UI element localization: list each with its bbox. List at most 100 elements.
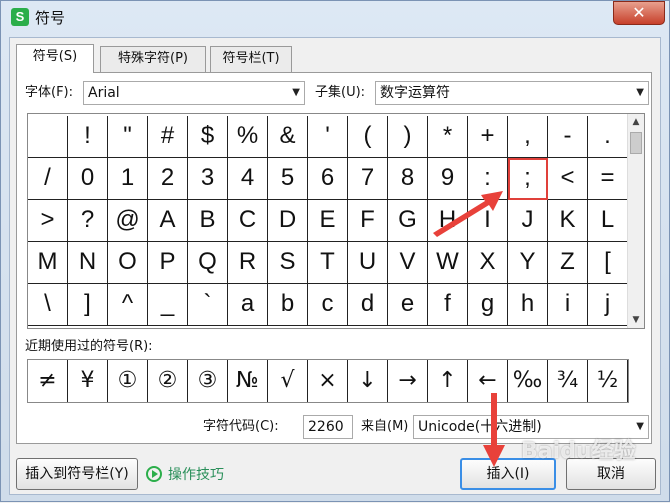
symbol-cell[interactable]: V — [388, 242, 428, 284]
recent-symbol-cell[interactable]: → — [388, 360, 428, 402]
symbol-cell[interactable]: d — [348, 284, 388, 326]
symbol-cell[interactable]: / — [28, 158, 68, 200]
symbol-cell[interactable]: L — [588, 200, 628, 242]
symbol-cell[interactable]: U — [348, 242, 388, 284]
tips-link[interactable]: 操作技巧 — [146, 464, 224, 486]
symbol-cell[interactable]: : — [468, 158, 508, 200]
symbol-cell[interactable]: [ — [588, 242, 628, 284]
symbol-cell[interactable]: < — [548, 158, 588, 200]
symbol-cell[interactable]: " — [108, 116, 148, 158]
symbol-cell[interactable]: 8 — [388, 158, 428, 200]
symbol-cell[interactable]: D — [268, 200, 308, 242]
symbol-cell[interactable]: g — [468, 284, 508, 326]
symbol-cell[interactable]: C — [228, 200, 268, 242]
symbol-cell[interactable]: ' — [308, 116, 348, 158]
symbol-cell[interactable]: W — [428, 242, 468, 284]
scroll-down-icon[interactable]: ▼ — [628, 312, 644, 328]
recent-symbol-cell[interactable]: ≠ — [28, 360, 68, 402]
recent-symbol-cell[interactable]: ③ — [188, 360, 228, 402]
subset-select[interactable]: 数字运算符 ▼ — [375, 81, 649, 105]
symbol-cell[interactable]: ; — [508, 158, 548, 200]
font-select[interactable]: Arial ▼ — [83, 81, 305, 105]
symbol-cell[interactable]: a — [228, 284, 268, 326]
symbol-cell[interactable]: 7 — [348, 158, 388, 200]
symbol-cell[interactable]: @ — [108, 200, 148, 242]
tab-symbols[interactable]: 符号(S) — [16, 44, 94, 73]
symbol-cell[interactable]: ^ — [108, 284, 148, 326]
symbol-cell[interactable]: ] — [68, 284, 108, 326]
recent-symbol-cell[interactable]: ① — [108, 360, 148, 402]
symbol-cell[interactable]: . — [588, 116, 628, 158]
symbol-cell[interactable]: b — [268, 284, 308, 326]
symbol-cell[interactable]: 3 — [188, 158, 228, 200]
symbol-cell[interactable]: e — [388, 284, 428, 326]
recent-symbol-cell[interactable]: ← — [468, 360, 508, 402]
symbol-cell[interactable]: 9 — [428, 158, 468, 200]
symbol-cell[interactable]: Z — [548, 242, 588, 284]
symbol-cell[interactable]: I — [468, 200, 508, 242]
symbol-cell[interactable]: J — [508, 200, 548, 242]
symbol-cell[interactable]: G — [388, 200, 428, 242]
recent-symbol-cell[interactable]: ‰ — [508, 360, 548, 402]
symbol-cell[interactable]: N — [68, 242, 108, 284]
symbol-cell[interactable]: A — [148, 200, 188, 242]
recent-symbol-cell[interactable]: ¥ — [68, 360, 108, 402]
symbol-cell[interactable]: M — [28, 242, 68, 284]
symbol-cell[interactable]: & — [268, 116, 308, 158]
scroll-up-icon[interactable]: ▲ — [628, 114, 644, 130]
tab-symbol-bar[interactable]: 符号栏(T) — [210, 46, 292, 72]
scroll-thumb[interactable] — [630, 132, 642, 154]
grid-scrollbar[interactable]: ▲ ▼ — [627, 114, 644, 328]
symbol-cell[interactable]: f — [428, 284, 468, 326]
symbol-cell[interactable]: P — [148, 242, 188, 284]
symbol-cell[interactable]: = — [588, 158, 628, 200]
recent-symbol-cell[interactable]: × — [308, 360, 348, 402]
char-code-input[interactable]: 2260 — [303, 415, 353, 439]
symbol-cell[interactable]: , — [508, 116, 548, 158]
recent-symbol-cell[interactable]: ↑ — [428, 360, 468, 402]
recent-symbol-cell[interactable]: № — [228, 360, 268, 402]
symbol-cell[interactable]: T — [308, 242, 348, 284]
symbol-cell[interactable]: B — [188, 200, 228, 242]
symbol-cell[interactable]: ` — [188, 284, 228, 326]
symbol-cell[interactable]: 5 — [268, 158, 308, 200]
symbol-cell[interactable]: _ — [148, 284, 188, 326]
symbol-cell[interactable]: K — [548, 200, 588, 242]
insert-to-symbol-bar-button[interactable]: 插入到符号栏(Y) — [16, 458, 138, 490]
recent-symbol-cell[interactable]: ② — [148, 360, 188, 402]
recent-symbol-cell[interactable]: ↓ — [348, 360, 388, 402]
symbol-cell[interactable]: X — [468, 242, 508, 284]
symbol-cell[interactable]: * — [428, 116, 468, 158]
symbol-cell[interactable]: H — [428, 200, 468, 242]
symbol-cell[interactable]: c — [308, 284, 348, 326]
symbol-cell[interactable]: + — [468, 116, 508, 158]
symbol-cell[interactable]: - — [548, 116, 588, 158]
symbol-cell[interactable]: O — [108, 242, 148, 284]
symbol-cell[interactable]: Q — [188, 242, 228, 284]
symbol-cell[interactable]: 6 — [308, 158, 348, 200]
symbol-cell[interactable]: h — [508, 284, 548, 326]
symbol-cell[interactable]: 2 — [148, 158, 188, 200]
symbol-cell[interactable]: E — [308, 200, 348, 242]
symbol-cell[interactable]: 0 — [68, 158, 108, 200]
recent-symbol-cell[interactable]: ½ — [588, 360, 628, 402]
symbol-cell[interactable]: $ — [188, 116, 228, 158]
symbol-cell[interactable] — [28, 116, 68, 158]
symbol-cell[interactable]: ! — [68, 116, 108, 158]
symbol-cell[interactable]: ( — [348, 116, 388, 158]
tab-special-chars[interactable]: 特殊字符(P) — [100, 46, 206, 72]
symbol-cell[interactable]: j — [588, 284, 628, 326]
recent-symbol-cell[interactable]: √ — [268, 360, 308, 402]
symbol-cell[interactable]: S — [268, 242, 308, 284]
symbol-cell[interactable]: ) — [388, 116, 428, 158]
symbol-cell[interactable]: F — [348, 200, 388, 242]
symbol-cell[interactable]: Y — [508, 242, 548, 284]
symbol-cell[interactable]: 4 — [228, 158, 268, 200]
symbol-cell[interactable]: % — [228, 116, 268, 158]
symbol-cell[interactable]: # — [148, 116, 188, 158]
symbol-cell[interactable]: i — [548, 284, 588, 326]
symbol-cell[interactable]: 1 — [108, 158, 148, 200]
symbol-cell[interactable]: ? — [68, 200, 108, 242]
symbol-cell[interactable]: > — [28, 200, 68, 242]
symbol-cell[interactable]: R — [228, 242, 268, 284]
